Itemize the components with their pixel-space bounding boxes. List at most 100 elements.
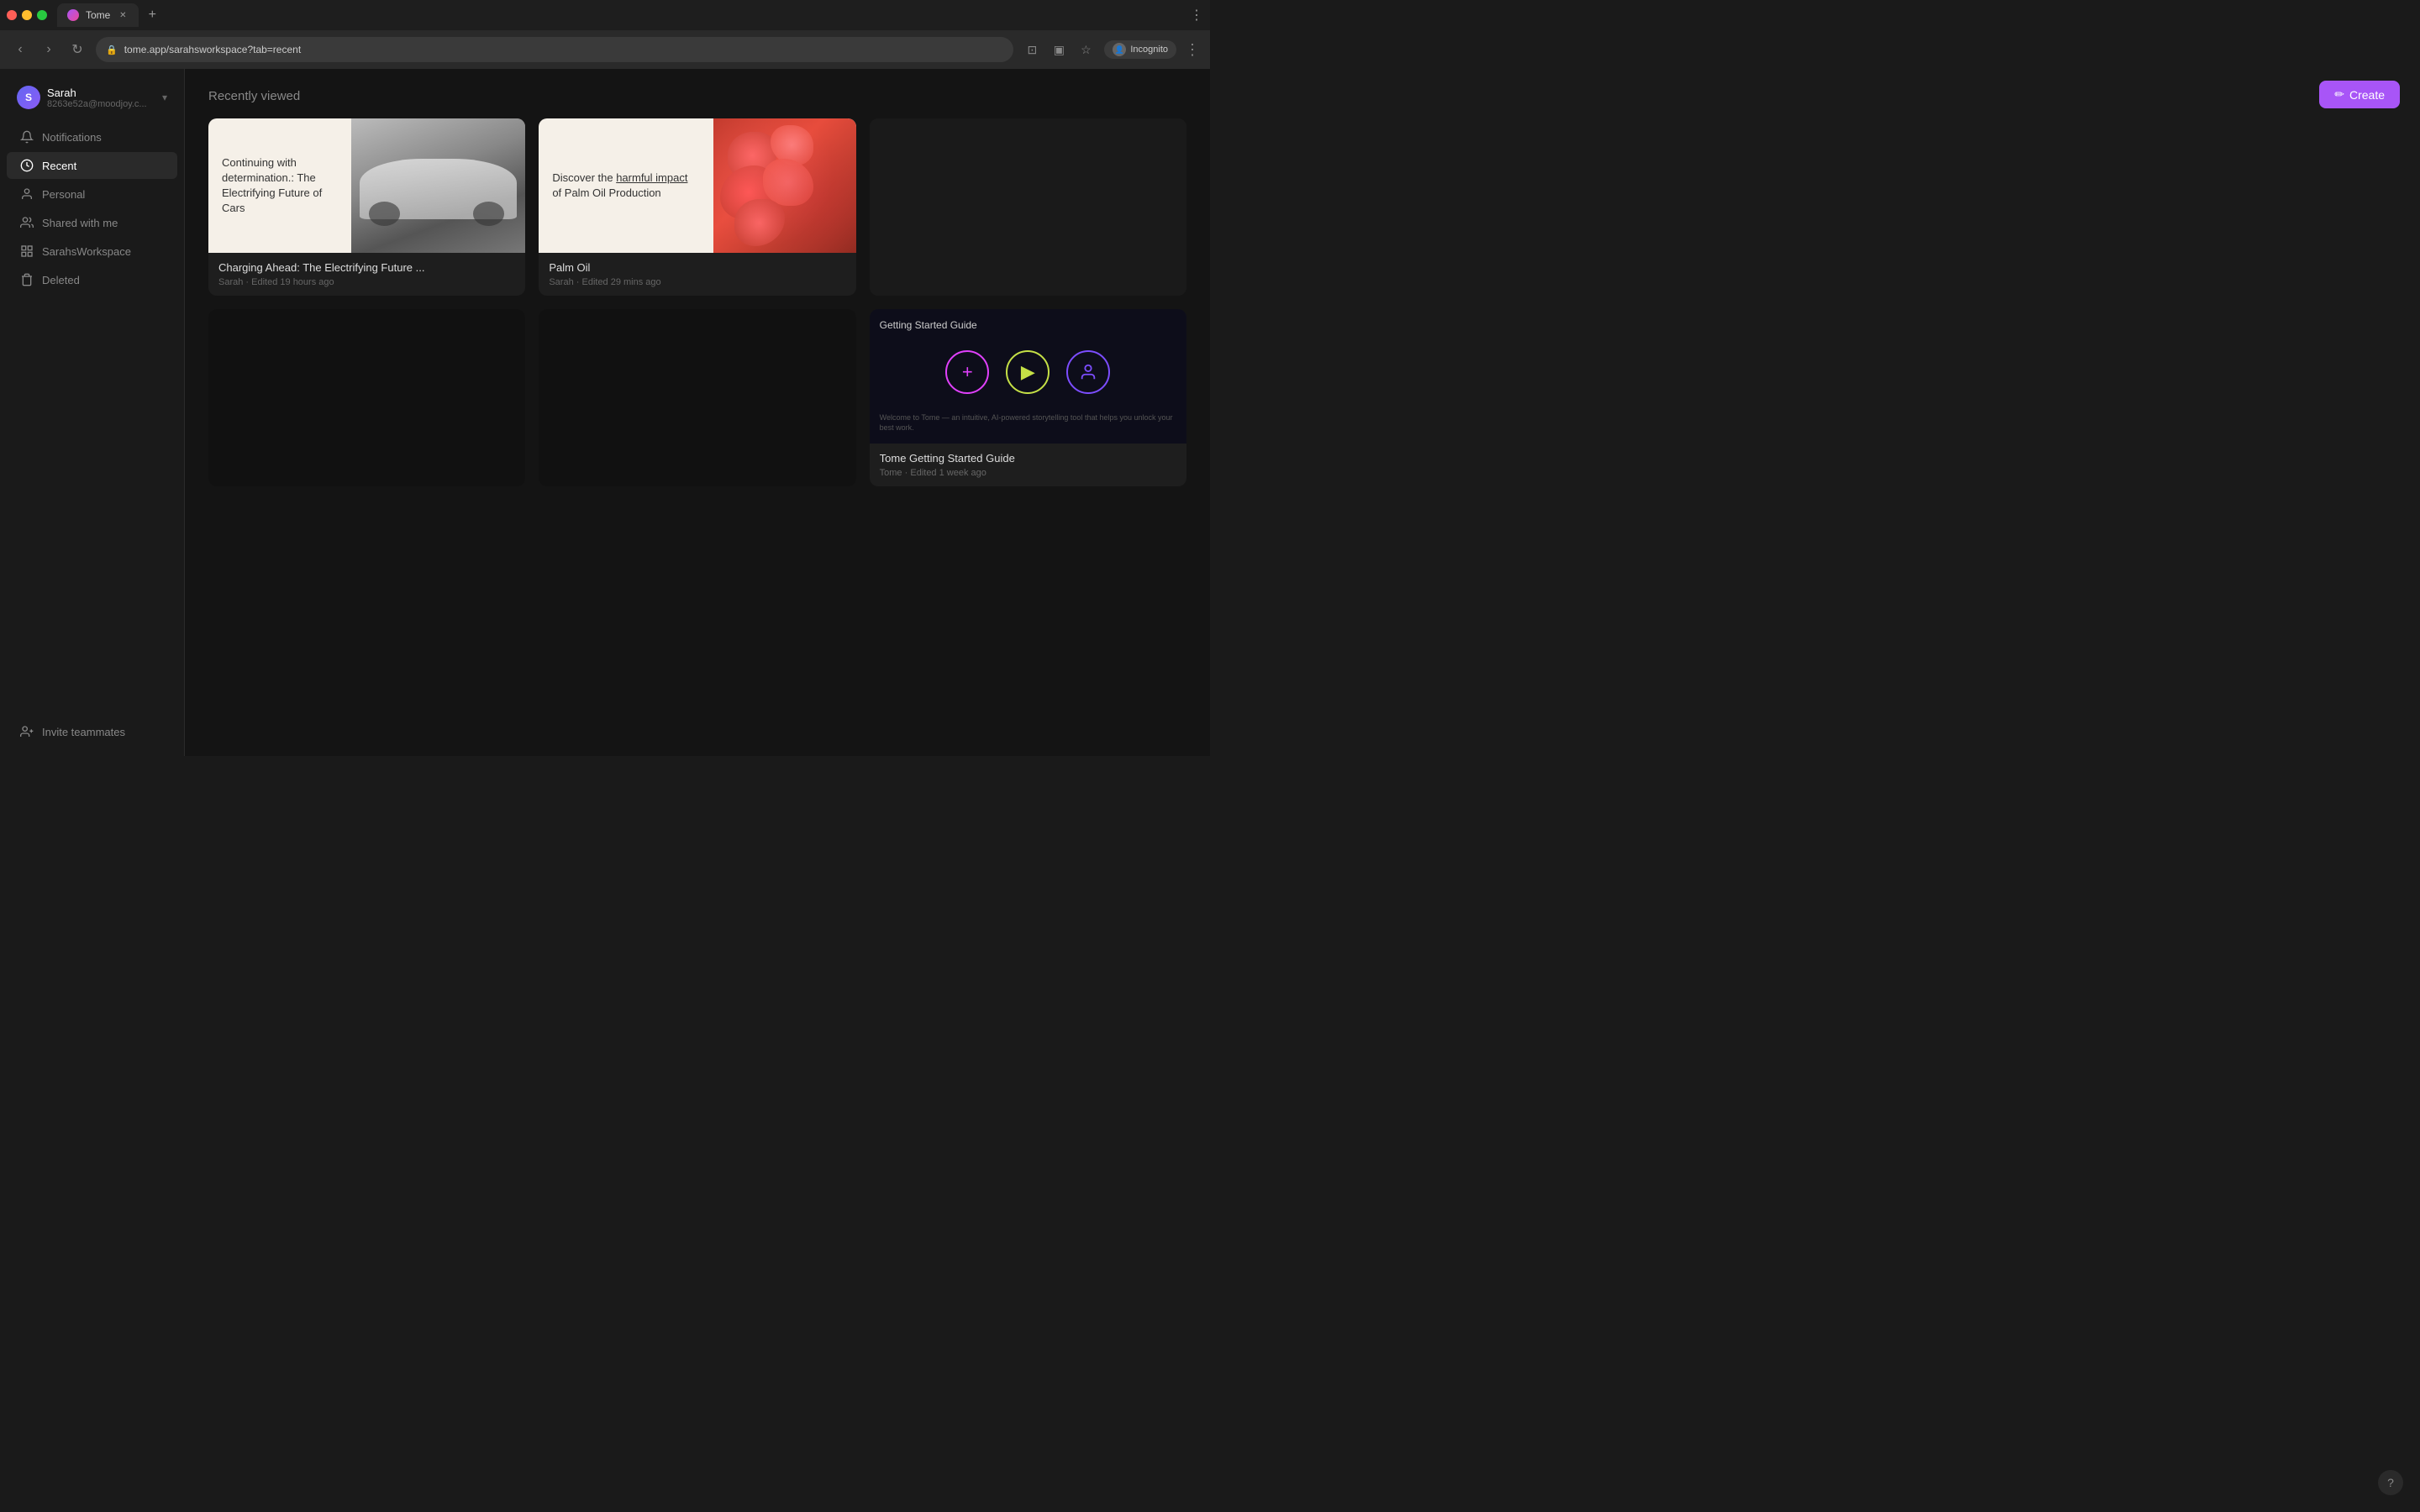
users-icon <box>20 216 34 229</box>
card-thumbnail <box>208 309 525 486</box>
sidebar-item-label: SarahsWorkspace <box>42 245 131 258</box>
play-circle-icon: ▶ <box>1006 350 1050 394</box>
bell-icon <box>20 130 34 144</box>
url-text: tome.app/sarahsworkspace?tab=recent <box>124 44 301 55</box>
user-name: Sarah <box>47 87 155 99</box>
minimize-button[interactable] <box>22 10 32 20</box>
window-controls <box>7 10 47 20</box>
tab-overflow-button[interactable]: ⋮ <box>1190 7 1203 24</box>
sidebar-item-notifications[interactable]: Notifications <box>7 123 177 150</box>
sidebar-item-shared[interactable]: Shared with me <box>7 209 177 236</box>
bookmark-icon[interactable]: ☆ <box>1076 39 1096 60</box>
tab-bar: Tome ✕ + ⋮ <box>0 0 1210 30</box>
create-label: Create <box>2349 88 2385 102</box>
card-newtome-3[interactable]: New Tome Sarah · Edited 18 hours ago <box>539 309 855 486</box>
help-icon: ? <box>2387 1476 2394 1489</box>
card-title: Palm Oil <box>549 261 845 274</box>
user-plus-icon <box>20 725 34 738</box>
trash-icon <box>20 273 34 286</box>
incognito-avatar: 👤 <box>1113 43 1126 56</box>
card-thumbnail: Continuing with determination.: The Elec… <box>208 118 525 253</box>
card-info: Palm Oil Sarah · Edited 29 mins ago <box>539 253 855 296</box>
card-thumbnail <box>539 309 855 486</box>
card-thumb-charging: Continuing with determination.: The Elec… <box>208 118 525 253</box>
browser-chrome: Tome ✕ + ⋮ ‹ › ↻ 🔒 tome.app/sarahsworksp… <box>0 0 1210 69</box>
forward-button[interactable]: › <box>39 39 59 60</box>
card-meta: Sarah · Edited 29 mins ago <box>549 277 845 287</box>
harmful-underline: harmful impact <box>616 171 687 184</box>
grid-icon <box>20 244 34 258</box>
card-thumb-guide: Getting Started Guide + ▶ Welcom <box>870 309 1186 444</box>
sidebar-item-recent[interactable]: Recent <box>7 152 177 179</box>
card-thumb-text: Continuing with determination.: The Elec… <box>208 142 351 230</box>
card-thumbnail <box>870 118 1186 296</box>
avatar: S <box>17 86 40 109</box>
cast-icon[interactable]: ⊡ <box>1022 39 1042 60</box>
user-icon <box>20 187 34 201</box>
close-button[interactable] <box>7 10 17 20</box>
sidebar-item-label: Recent <box>42 160 76 172</box>
card-thumbnail: Discover the harmful impact of Palm Oil … <box>539 118 855 253</box>
browser-tab[interactable]: Tome ✕ <box>57 3 139 27</box>
app-layout: S Sarah 8263e52a@moodjoy.c... ▾ Notifica… <box>0 69 1210 756</box>
card-charging[interactable]: Continuing with determination.: The Elec… <box>208 118 525 296</box>
new-tab-button[interactable]: + <box>142 5 162 25</box>
browser-menu-button[interactable]: ⋮ <box>1185 41 1200 59</box>
invite-label: Invite teammates <box>42 726 125 738</box>
user-circle-icon <box>1066 350 1110 394</box>
address-bar: ‹ › ↻ 🔒 tome.app/sarahsworkspace?tab=rec… <box>0 30 1210 69</box>
incognito-label: Incognito <box>1130 45 1168 55</box>
card-newtome-2[interactable]: New Tome Sarah · Edited 18 hours ago <box>208 309 525 486</box>
chevron-down-icon: ▾ <box>162 92 167 103</box>
refresh-button[interactable]: ↻ <box>67 39 87 60</box>
toolbar-actions: ⊡ ▣ ☆ <box>1022 39 1096 60</box>
card-title: Tome Getting Started Guide <box>880 452 1176 465</box>
tab-label: Tome <box>86 9 110 21</box>
card-palmoil[interactable]: Discover the harmful impact of Palm Oil … <box>539 118 855 296</box>
lock-icon: 🔒 <box>106 45 118 55</box>
url-input[interactable]: 🔒 tome.app/sarahsworkspace?tab=recent <box>96 37 1013 62</box>
card-title: Charging Ahead: The Electrifying Future … <box>218 261 515 274</box>
sidebar-icon[interactable]: ▣ <box>1049 39 1069 60</box>
card-thumb-image <box>351 118 526 253</box>
section-title: Recently viewed <box>208 89 1186 103</box>
sidebar-item-label: Personal <box>42 188 85 201</box>
card-thumb-text: Discover the harmful impact of Palm Oil … <box>539 157 713 214</box>
card-meta: Sarah · Edited 19 hours ago <box>218 277 515 287</box>
create-button[interactable]: ✏ Create <box>2319 81 2400 108</box>
card-newtome-1[interactable]: New Tome Sarah · Edited 41 mins ago <box>870 118 1186 296</box>
sidebar-item-deleted[interactable]: Deleted <box>7 266 177 293</box>
card-meta: Tome · Edited 1 week ago <box>880 468 1176 478</box>
sidebar-item-workspace[interactable]: SarahsWorkspace <box>7 238 177 265</box>
sidebar-item-label: Shared with me <box>42 217 118 229</box>
user-email: 8263e52a@moodjoy.c... <box>47 99 155 109</box>
card-guide[interactable]: Getting Started Guide + ▶ Welcom <box>870 309 1186 486</box>
sidebar-item-personal[interactable]: Personal <box>7 181 177 207</box>
guide-title: Getting Started Guide <box>880 319 1176 331</box>
tome-favicon <box>67 9 79 21</box>
cards-grid: Continuing with determination.: The Elec… <box>208 118 1186 486</box>
card-info: Charging Ahead: The Electrifying Future … <box>208 253 525 296</box>
create-icon: ✏ <box>2334 87 2344 102</box>
tab-close-button[interactable]: ✕ <box>117 9 129 21</box>
card-thumbnail: Getting Started Guide + ▶ Welcom <box>870 309 1186 444</box>
plus-circle-icon: + <box>945 350 989 394</box>
card-thumb-image <box>713 118 856 253</box>
clock-icon <box>20 159 34 172</box>
card-info: Tome Getting Started Guide Tome · Edited… <box>870 444 1186 486</box>
guide-footer-text: Welcome to Tome — an intuitive, AI-power… <box>880 412 1176 433</box>
user-section[interactable]: S Sarah 8263e52a@moodjoy.c... ▾ <box>7 79 177 116</box>
sidebar-item-invite[interactable]: Invite teammates <box>7 718 177 745</box>
back-button[interactable]: ‹ <box>10 39 30 60</box>
incognito-badge: 👤 Incognito <box>1104 40 1176 59</box>
main-content: Recently viewed Continuing with determin… <box>185 69 1210 756</box>
sidebar-item-label: Deleted <box>42 274 80 286</box>
guide-icons-area: + ▶ <box>880 339 1176 406</box>
maximize-button[interactable] <box>37 10 47 20</box>
help-button[interactable]: ? <box>2378 1470 2403 1495</box>
sidebar: S Sarah 8263e52a@moodjoy.c... ▾ Notifica… <box>0 69 185 756</box>
card-thumb-palmoil: Discover the harmful impact of Palm Oil … <box>539 118 855 253</box>
flower-image <box>713 118 856 253</box>
user-info: Sarah 8263e52a@moodjoy.c... <box>47 87 155 109</box>
sidebar-item-label: Notifications <box>42 131 102 144</box>
